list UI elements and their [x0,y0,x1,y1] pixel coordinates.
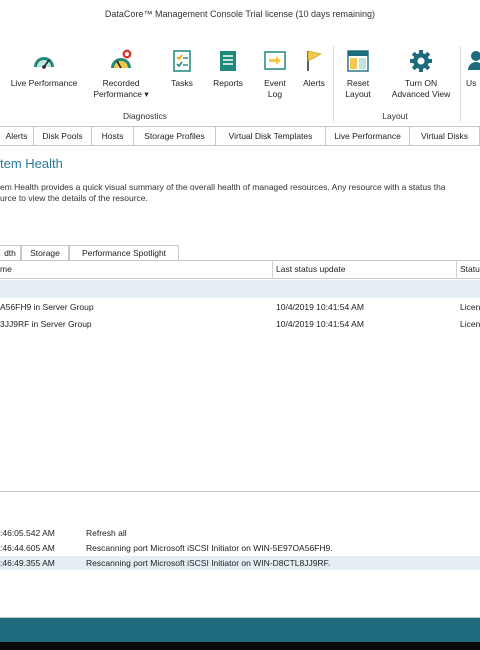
reports-icon [220,51,236,71]
column-status[interactable]: Statu [460,264,480,274]
document-tabs: Alerts Disk Pools Hosts Storage Profiles… [0,126,480,146]
row-name: A56FH9 in Server Group [0,302,94,312]
log-time: :46:44.605 AM [0,543,55,553]
recorded-performance-button[interactable]: Recorded Performance ▾ [86,48,156,100]
log-entry[interactable]: :46:44.605 AM Rescanning port Microsoft … [0,541,480,555]
reset-layout-label-2: Layout [345,89,371,99]
speedometer-icon [34,57,54,69]
log-panel: :46:05.542 AM Refresh all :46:44.605 AM … [0,522,480,582]
tasks-button[interactable]: Tasks [164,48,200,89]
users-label: Us [466,78,477,88]
event-log-label-2: Log [267,89,283,99]
reset-layout-button[interactable]: Reset Layout [340,48,376,100]
row-status: Licen [460,319,480,329]
recorded-label-2: Performance ▾ [93,89,149,99]
log-message: Refresh all [86,528,127,538]
event-log-icon [264,51,286,70]
log-time: :46:05.542 AM [0,528,55,538]
title-bar: DataCore™ Management Console Trial licen… [0,0,480,30]
row-updated: 10/4/2019 10:41:54 AM [276,319,364,329]
advanced-view-label-2: Advanced View [391,89,451,99]
row-status: Licen [460,302,480,312]
table-row[interactable]: 3JJ9RF in Server Group 10/4/2019 10:41:5… [0,317,480,333]
tab-virtual-disks[interactable]: Virtual Disks [410,127,480,146]
layout-group-label: Layout [382,111,408,121]
group-row[interactable] [0,280,480,298]
alerts-button[interactable]: Alerts [298,48,330,89]
ribbon-separator [333,46,334,122]
grid-header: me Last status update Statu [0,261,480,279]
tab-alerts[interactable]: Alerts [0,127,34,146]
users-button[interactable]: Us [466,48,480,89]
row-name: 3JJ9RF in Server Group [0,319,92,329]
subtab-performance-spotlight[interactable]: Performance Spotlight [69,245,179,261]
recorded-performance-icon [111,49,132,69]
tab-storage-profiles[interactable]: Storage Profiles [134,127,216,146]
reports-button[interactable]: Reports [208,48,248,89]
reset-layout-icon [347,50,369,72]
column-divider[interactable] [456,261,457,279]
ribbon: Live Performance Recorded Performance ▾ … [0,44,480,124]
event-log-label-1: Event [264,78,286,88]
gear-icon [410,50,432,72]
health-grid: me Last status update Statu A56FH9 in Se… [0,260,480,492]
tasks-icon [173,50,191,72]
advanced-view-label-1: Turn ON [404,78,438,88]
users-icon [468,51,480,70]
table-row[interactable]: A56FH9 in Server Group 10/4/2019 10:41:5… [0,300,480,316]
log-message: Rescanning port Microsoft iSCSI Initiato… [86,543,333,553]
tab-live-performance[interactable]: Live Performance [326,127,410,146]
log-entry-selected[interactable]: :46:49.355 AM Rescanning port Microsoft … [0,556,480,570]
page-title: tem Health [0,156,63,171]
page-description: em Health provides a quick visual summar… [0,182,480,204]
row-updated: 10/4/2019 10:41:54 AM [276,302,364,312]
column-divider[interactable] [272,261,273,279]
reports-label: Reports [213,78,243,88]
subtab-health[interactable]: dth [0,245,21,261]
tab-hosts[interactable]: Hosts [92,127,134,146]
log-time: :46:49.355 AM [0,558,55,568]
column-name[interactable]: me [0,264,12,274]
column-last-status-update[interactable]: Last status update [276,264,345,274]
live-performance-label: Live Performance [10,78,78,88]
description-line-2: urce to view the details of the resource… [0,193,148,203]
taskbar-edge [0,642,480,650]
advanced-view-button[interactable]: Turn ON Advanced View [386,48,456,100]
ribbon-separator [460,46,461,122]
live-performance-button[interactable]: Live Performance [8,48,80,89]
subtab-storage[interactable]: Storage [21,245,69,261]
window-title: DataCore™ Management Console Trial licen… [104,9,376,19]
tab-virtual-disk-templates[interactable]: Virtual Disk Templates [216,127,326,146]
status-bar [0,618,480,642]
log-entry[interactable]: :46:05.542 AM Refresh all [0,526,480,540]
tab-disk-pools[interactable]: Disk Pools [34,127,92,146]
recorded-label-1: Recorded [102,78,140,88]
health-subtabs: dth Storage Performance Spotlight [0,245,480,261]
event-log-button[interactable]: Event Log [256,48,294,100]
alerts-label: Alerts [303,78,325,88]
reset-layout-label-1: Reset [346,78,370,88]
log-message: Rescanning port Microsoft iSCSI Initiato… [86,558,331,568]
description-line-1: em Health provides a quick visual summar… [0,182,446,192]
flag-icon [307,50,322,71]
diagnostics-group-label: Diagnostics [123,111,167,121]
tasks-label: Tasks [171,78,193,88]
